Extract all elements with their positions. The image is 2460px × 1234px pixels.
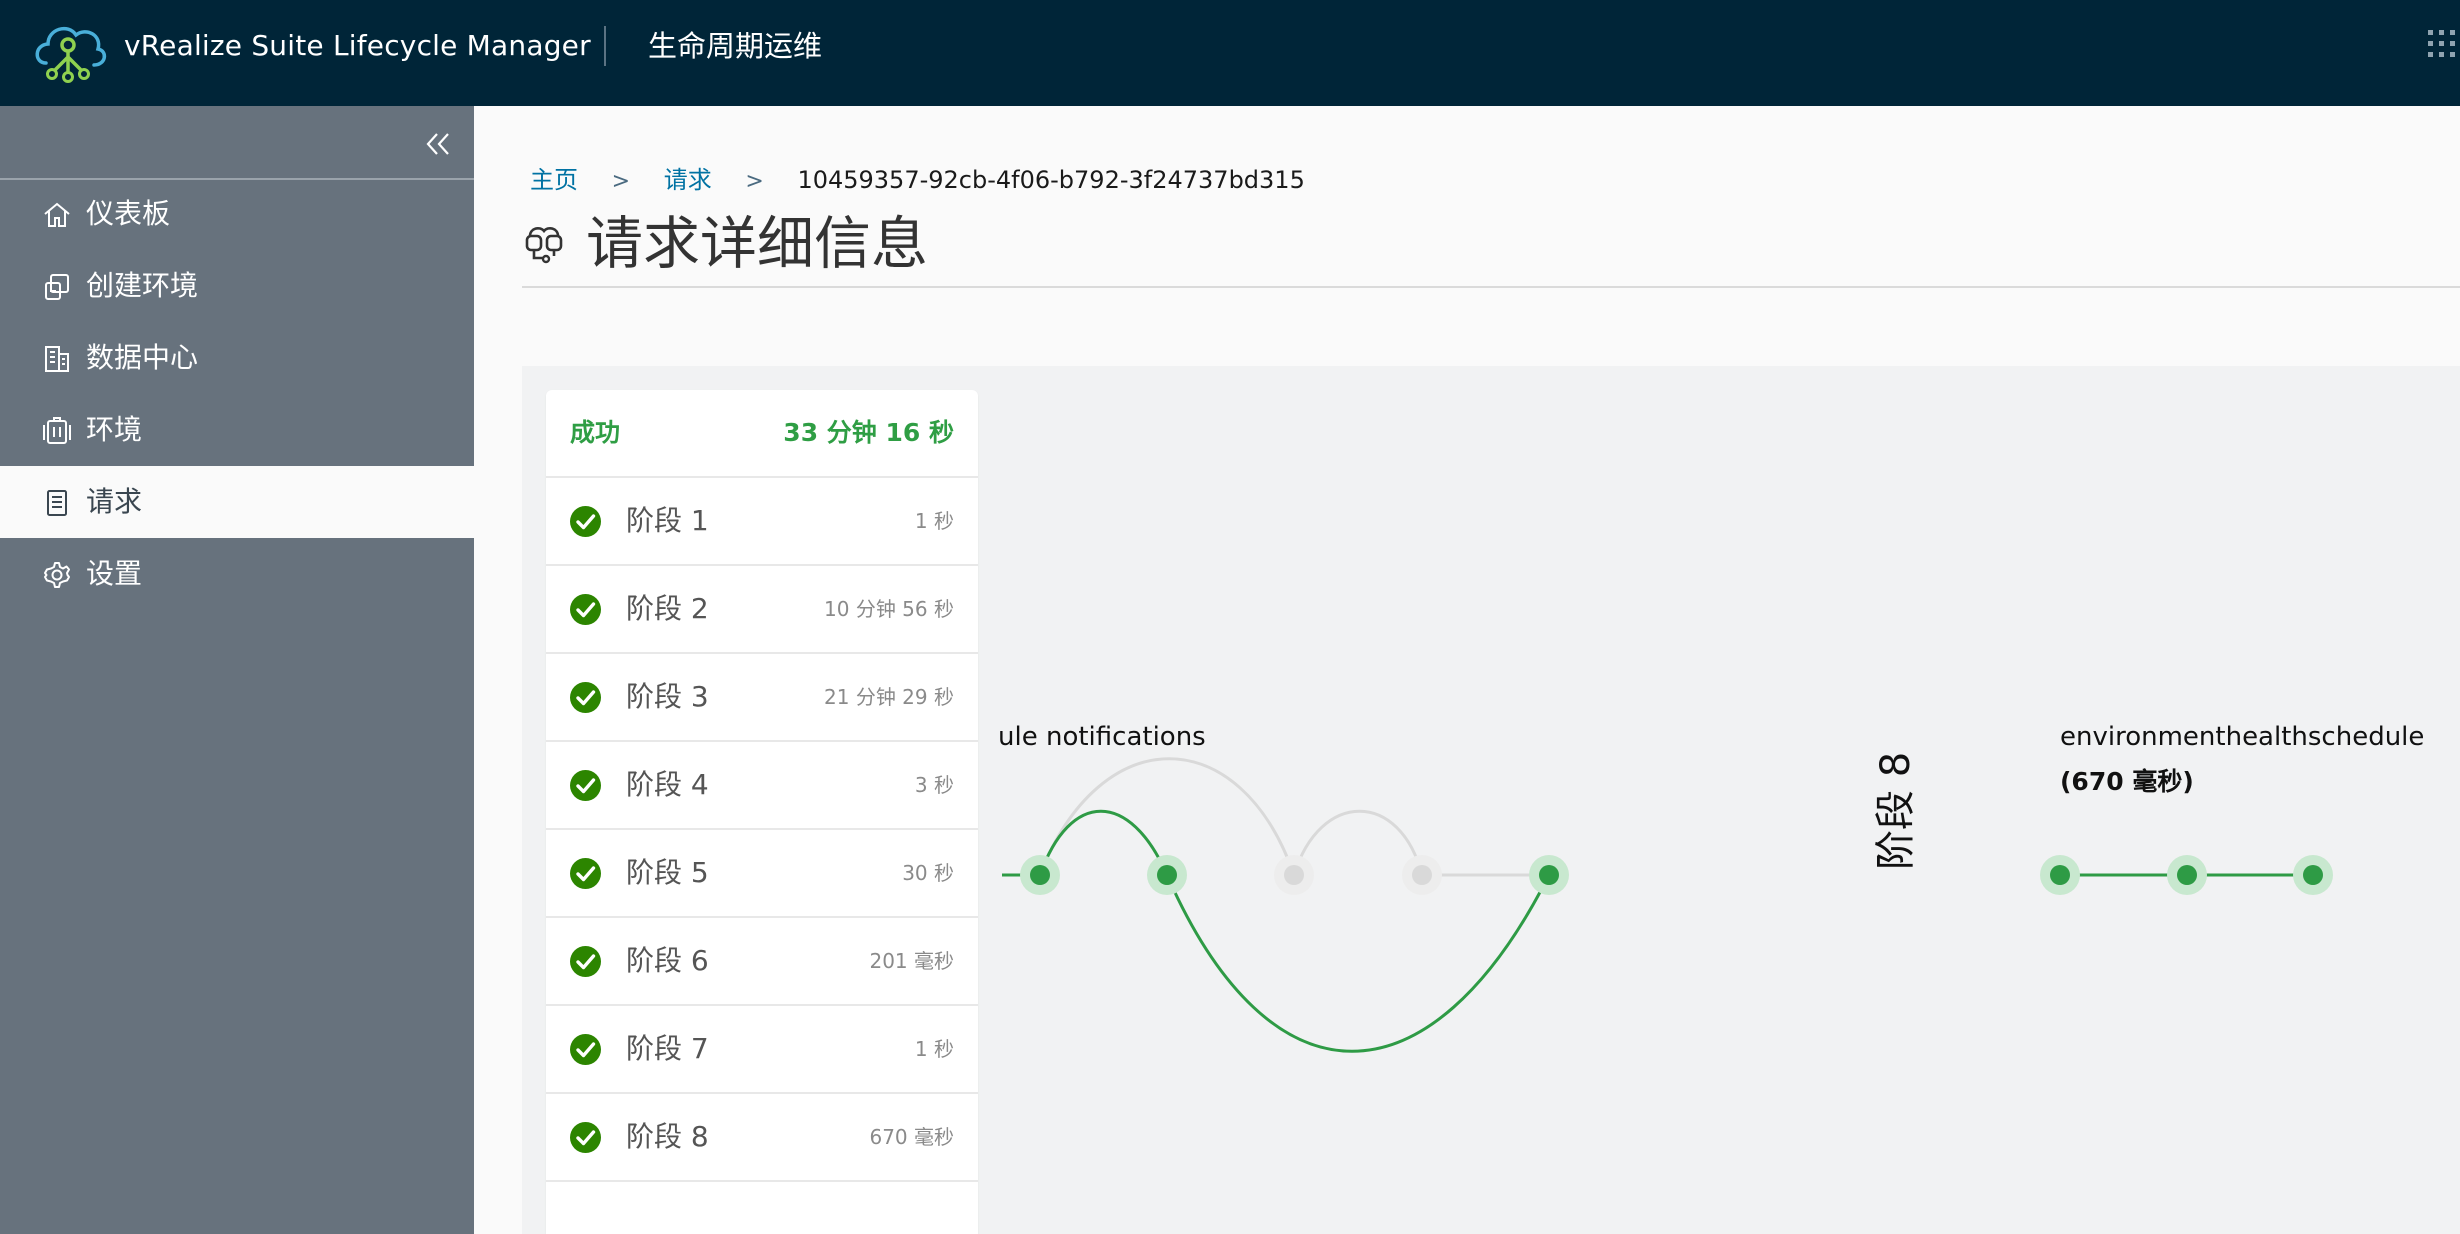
stage8-end-node[interactable] [2293, 855, 2333, 895]
task-node-success[interactable] [1529, 855, 1569, 895]
success-check-icon [570, 1122, 601, 1153]
stage-duration: 3 秒 [914, 773, 954, 797]
stage8-task-name[interactable]: environmenthealthschedule [2060, 722, 2424, 752]
stage-row-4[interactable]: 阶段 4 3 秒 [546, 742, 978, 830]
stage-name: 阶段 2 [626, 592, 709, 625]
task-node-skipped[interactable] [1274, 855, 1314, 895]
stage-name: 阶段 8 [626, 1120, 709, 1153]
success-check-icon [570, 946, 601, 977]
stage-row-3[interactable]: 阶段 3 21 分钟 29 秒 [546, 654, 978, 742]
success-check-icon [570, 858, 601, 889]
stage-duration: 21 分钟 29 秒 [824, 685, 954, 709]
stage-duration: 30 秒 [902, 861, 954, 885]
stage8-graph-label: 阶段 8 [1873, 751, 1919, 870]
skipped-connector [1292, 809, 1424, 876]
success-connector [1038, 809, 1169, 876]
task-node-success[interactable] [1020, 855, 1060, 895]
stage8-task-node[interactable] [2167, 855, 2207, 895]
stage-row-8[interactable]: 阶段 8 670 毫秒 [546, 1094, 978, 1182]
success-check-icon [570, 506, 601, 537]
stage8-start-node[interactable] [2040, 855, 2080, 895]
stage-summary-header: 成功 33 分钟 16 秒 [546, 390, 978, 478]
stage-name: 阶段 7 [626, 1032, 709, 1065]
success-connector [1165, 874, 1551, 1053]
task-node-skipped[interactable] [1402, 855, 1442, 895]
pipeline-graph [1002, 757, 2333, 1053]
stage-name: 阶段 5 [626, 856, 709, 889]
stage-row-1[interactable]: 阶段 1 1 秒 [546, 478, 978, 566]
stage-row-6[interactable]: 阶段 6 201 毫秒 [546, 918, 978, 1006]
stage-duration: 1 秒 [914, 509, 954, 533]
stage-duration: 670 毫秒 [869, 1125, 954, 1149]
task-label-notifications[interactable]: ule notifications [998, 722, 1206, 752]
stage-name: 阶段 6 [626, 944, 709, 977]
stage-row-2[interactable]: 阶段 2 10 分钟 56 秒 [546, 566, 978, 654]
stage-name: 阶段 4 [626, 768, 709, 801]
request-total-duration: 33 分钟 16 秒 [783, 418, 954, 447]
stage-name: 阶段 1 [626, 504, 709, 537]
stage-name: 阶段 3 [626, 680, 709, 713]
task-node-success[interactable] [1147, 855, 1187, 895]
stage-row-5[interactable]: 阶段 5 30 秒 [546, 830, 978, 918]
stage-duration: 201 毫秒 [869, 949, 954, 973]
stage-duration: 10 分钟 56 秒 [824, 597, 954, 621]
stage8-task-duration: (670 毫秒) [2060, 767, 2194, 796]
success-check-icon [570, 770, 601, 801]
request-status: 成功 [570, 418, 621, 447]
stage-list-panel: 成功 33 分钟 16 秒 阶段 1 1 秒 阶段 2 10 分钟 56 秒 阶… [546, 390, 978, 1234]
success-check-icon [570, 594, 601, 625]
stage-row-7[interactable]: 阶段 7 1 秒 [546, 1006, 978, 1094]
success-check-icon [570, 682, 601, 713]
stage-duration: 1 秒 [914, 1037, 954, 1061]
success-check-icon [570, 1034, 601, 1065]
